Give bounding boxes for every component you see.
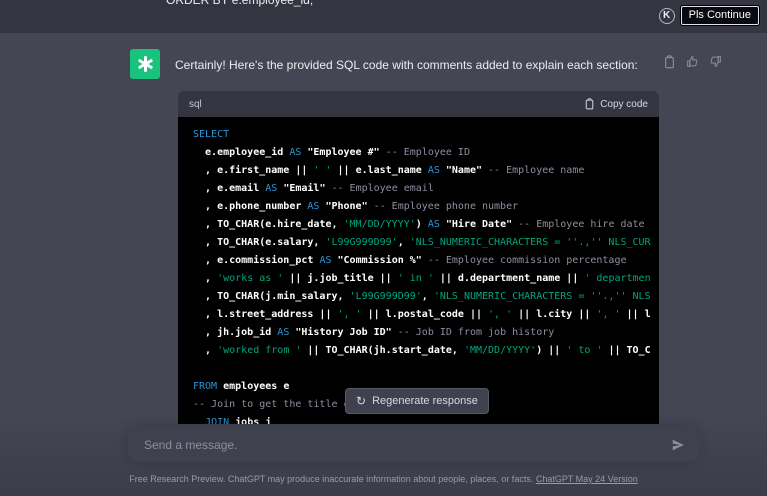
thumbs-down-icon[interactable] bbox=[709, 55, 722, 69]
code-line: , jh.job_id AS "History Job ID" -- Job I… bbox=[193, 324, 659, 342]
continue-overlay: K Pls Continue bbox=[659, 6, 759, 25]
code-line: , TO_CHAR(j.min_salary, 'L99G999D99', 'N… bbox=[193, 288, 659, 306]
chatgpt-avatar bbox=[130, 49, 160, 79]
assistant-message-text: Certainly! Here's the provided SQL code … bbox=[175, 58, 645, 72]
send-icon[interactable] bbox=[668, 435, 688, 455]
code-line: , 'worked from ' || TO_CHAR(jh.start_dat… bbox=[193, 342, 659, 360]
user-message-row: ORDER BY e.employee_id; bbox=[0, 0, 767, 33]
message-composer bbox=[128, 427, 700, 462]
code-line: , e.commission_pct AS "Commission %" -- … bbox=[193, 252, 659, 270]
code-line: , TO_CHAR(e.salary, 'L99G999D99', 'NLS_N… bbox=[193, 234, 659, 252]
code-line: JOIN jobs j bbox=[193, 414, 659, 424]
user-message-tail: ORDER BY e.employee_id; bbox=[166, 0, 313, 7]
copy-code-button[interactable]: Copy code bbox=[584, 98, 648, 110]
code-line: , 'works as ' || j.job_title || ' in ' |… bbox=[193, 270, 659, 288]
code-line: e.employee_id AS "Employee #" -- Employe… bbox=[193, 144, 659, 162]
chatgpt-window: ORDER BY e.employee_id; K Pls Continue C… bbox=[0, 0, 767, 496]
code-line bbox=[193, 360, 659, 378]
code-language-label: sql bbox=[189, 99, 202, 110]
clipboard-icon bbox=[584, 98, 595, 110]
code-body: SELECT e.employee_id AS "Employee #" -- … bbox=[178, 117, 659, 424]
regenerate-label: Regenerate response bbox=[372, 395, 478, 407]
footer-version-link[interactable]: ChatGPT May 24 Version bbox=[536, 474, 638, 484]
code-block-header: sql Copy code bbox=[178, 91, 659, 117]
message-actions bbox=[663, 55, 722, 69]
thumbs-up-icon[interactable] bbox=[686, 55, 699, 69]
code-block: sql Copy code SELECT e.employee_id AS "E… bbox=[178, 91, 659, 424]
user-avatar: K bbox=[659, 8, 675, 24]
code-line: , l.street_address || ', ' || l.postal_c… bbox=[193, 306, 659, 324]
code-line: SELECT bbox=[193, 126, 659, 144]
code-line: , TO_CHAR(e.hire_date, 'MM/DD/YYYY') AS … bbox=[193, 216, 659, 234]
code-line: , e.phone_number AS "Phone" -- Employee … bbox=[193, 198, 659, 216]
footer-disclaimer: Free Research Preview. ChatGPT may produ… bbox=[0, 474, 767, 484]
footer-text: Free Research Preview. ChatGPT may produ… bbox=[129, 474, 536, 484]
code-line: , e.first_name || ' ' || e.last_name AS … bbox=[193, 162, 659, 180]
pls-continue-button[interactable]: Pls Continue bbox=[681, 6, 759, 25]
regenerate-response-button[interactable]: ↻ Regenerate response bbox=[345, 388, 489, 414]
copy-code-label: Copy code bbox=[600, 99, 648, 110]
message-input[interactable] bbox=[144, 438, 668, 452]
copy-icon[interactable] bbox=[663, 55, 676, 69]
code-line: , e.email AS "Email" -- Employee email bbox=[193, 180, 659, 198]
regenerate-icon: ↻ bbox=[356, 394, 366, 408]
